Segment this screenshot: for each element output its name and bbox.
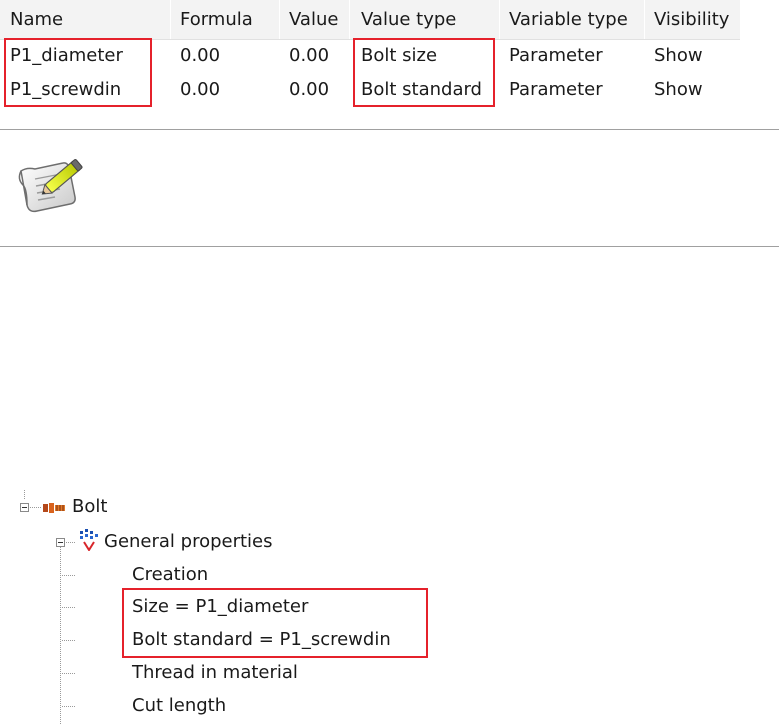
property-tree: Bolt General properties Creation Size = … bbox=[0, 490, 779, 724]
notepad-pencil-icon[interactable] bbox=[15, 149, 87, 221]
tree-item-size[interactable]: Size = P1_diameter bbox=[132, 595, 308, 619]
row-variable-type[interactable]: Parameter bbox=[509, 77, 603, 103]
row-value-type[interactable]: Bolt size bbox=[361, 43, 437, 69]
row-visibility[interactable]: Show bbox=[654, 77, 703, 103]
row-name[interactable]: P1_screwdin bbox=[10, 77, 121, 103]
row-formula[interactable]: 0.00 bbox=[180, 77, 220, 103]
divider-top bbox=[0, 129, 779, 130]
tree-item-bolt-standard[interactable]: Bolt standard = P1_screwdin bbox=[132, 628, 391, 652]
collapse-toggle-general-properties[interactable] bbox=[56, 538, 65, 547]
column-header-formula[interactable]: Formula bbox=[180, 7, 253, 33]
column-header-value[interactable]: Value bbox=[289, 7, 338, 33]
tree-item-creation[interactable]: Creation bbox=[132, 563, 208, 587]
tree-node-general-properties[interactable]: General properties bbox=[104, 530, 273, 554]
row-formula[interactable]: 0.00 bbox=[180, 43, 220, 69]
divider-bottom bbox=[0, 246, 779, 247]
row-variable-type[interactable]: Parameter bbox=[509, 43, 603, 69]
column-header-variable-type[interactable]: Variable type bbox=[509, 7, 628, 33]
row-value[interactable]: 0.00 bbox=[289, 77, 329, 103]
row-visibility[interactable]: Show bbox=[654, 43, 703, 69]
column-header-visibility[interactable]: Visibility bbox=[654, 7, 729, 33]
table-row[interactable]: P1_screwdin 0.00 0.00 Bolt standard Para… bbox=[0, 74, 740, 108]
row-value[interactable]: 0.00 bbox=[289, 43, 329, 69]
bolt-icon bbox=[42, 500, 66, 521]
collapse-toggle-bolt[interactable] bbox=[20, 503, 29, 512]
column-header-name[interactable]: Name bbox=[10, 7, 63, 33]
properties-icon bbox=[78, 529, 100, 556]
tree-item-cut-length[interactable]: Cut length bbox=[132, 694, 226, 718]
tree-item-thread-in-material[interactable]: Thread in material bbox=[132, 661, 298, 685]
table-row[interactable]: P1_diameter 0.00 0.00 Bolt size Paramete… bbox=[0, 40, 740, 74]
tree-node-bolt[interactable]: Bolt bbox=[72, 495, 107, 519]
table-header: Name Formula Value Value type Variable t… bbox=[0, 0, 740, 40]
column-header-value-type[interactable]: Value type bbox=[361, 7, 456, 33]
row-value-type[interactable]: Bolt standard bbox=[361, 77, 482, 103]
row-name[interactable]: P1_diameter bbox=[10, 43, 123, 69]
